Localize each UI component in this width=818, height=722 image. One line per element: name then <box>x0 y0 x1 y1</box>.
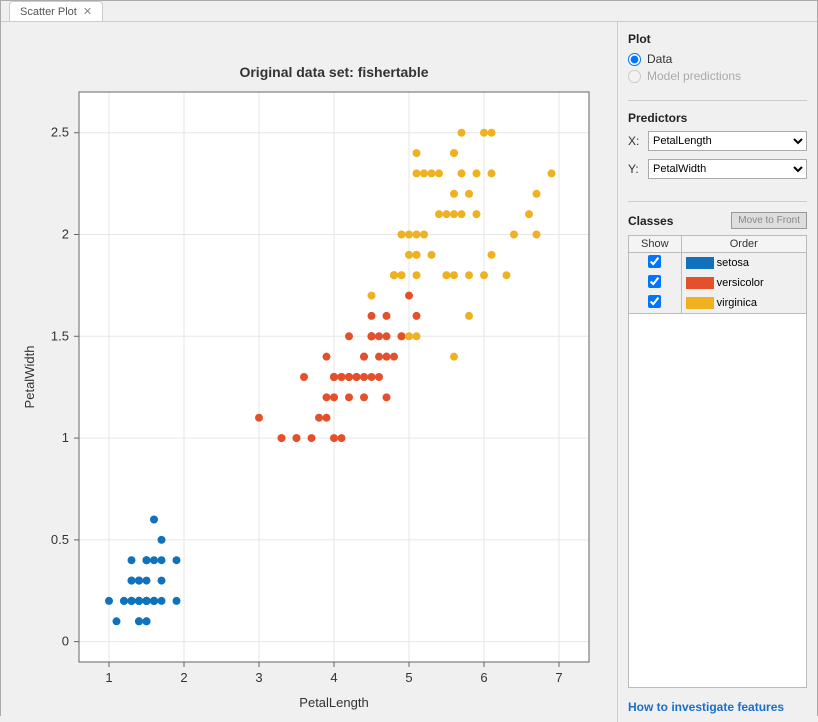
class-swatch <box>686 297 714 309</box>
radio-data[interactable]: Data <box>628 52 807 66</box>
svg-text:2: 2 <box>62 227 69 242</box>
svg-text:1.5: 1.5 <box>51 328 69 343</box>
class-name: virginica <box>717 297 757 309</box>
x-label: X: <box>628 134 642 148</box>
radio-model-predictions: Model predictions <box>628 69 807 83</box>
plot-section-title: Plot <box>628 32 807 46</box>
radio-data-label: Data <box>647 52 672 66</box>
svg-text:1: 1 <box>62 430 69 445</box>
svg-text:6: 6 <box>480 670 487 685</box>
predictors-section-title: Predictors <box>628 111 807 125</box>
svg-text:0: 0 <box>62 634 69 649</box>
classes-section-title: Classes <box>628 214 673 228</box>
x-predictor-select[interactable]: SepalLengthSepalWidthPetalLengthPetalWid… <box>648 131 807 151</box>
class-row[interactable]: virginica <box>629 293 807 314</box>
tab-scatter-plot[interactable]: Scatter Plot ✕ <box>9 1 103 21</box>
svg-text:7: 7 <box>555 670 562 685</box>
svg-text:PetalLength: PetalLength <box>299 695 368 710</box>
classes-col-order: Order <box>681 236 806 253</box>
side-panel: Plot Data Model predictions Predictors X… <box>617 22 817 722</box>
svg-text:3: 3 <box>255 670 262 685</box>
class-row[interactable]: setosa <box>629 253 807 274</box>
y-label: Y: <box>628 162 642 176</box>
radio-model-input <box>628 70 641 83</box>
classes-table: Show Order setosa versicolor virginica <box>628 235 807 314</box>
class-row[interactable]: versicolor <box>629 273 807 293</box>
classes-col-show: Show <box>629 236 682 253</box>
class-swatch <box>686 257 714 269</box>
tab-label: Scatter Plot <box>20 6 77 18</box>
scatter-plot: 1 2 3 4 5 6 7 0 0.5 1 1.5 2 2.5 Original data set: fi… <box>9 42 609 722</box>
svg-text:2.5: 2.5 <box>51 125 69 140</box>
svg-text:Original data set: fishertable: Original data set: fishertable <box>239 64 428 80</box>
investigate-features-link[interactable]: How to investigate features <box>628 688 807 718</box>
class-name: setosa <box>717 257 749 269</box>
scatter-plot-area: 1 2 3 4 5 6 7 0 0.5 1 1.5 2 2.5 Original data set: fi… <box>1 22 617 722</box>
radio-data-input[interactable] <box>628 53 641 66</box>
tab-bar: Scatter Plot ✕ <box>1 1 817 22</box>
svg-text:1: 1 <box>105 670 112 685</box>
class-checkbox[interactable] <box>648 295 661 308</box>
y-predictor-select[interactable]: SepalLengthSepalWidthPetalLengthPetalWid… <box>648 159 807 179</box>
class-name: versicolor <box>717 277 764 289</box>
svg-text:PetalWidth: PetalWidth <box>22 346 37 409</box>
class-checkbox[interactable] <box>648 255 661 268</box>
class-swatch <box>686 277 714 289</box>
svg-text:0.5: 0.5 <box>51 532 69 547</box>
move-to-front-button: Move to Front <box>731 212 807 229</box>
radio-model-label: Model predictions <box>647 69 741 83</box>
class-checkbox[interactable] <box>648 275 661 288</box>
close-icon[interactable]: ✕ <box>83 5 92 18</box>
svg-text:4: 4 <box>330 670 337 685</box>
svg-text:2: 2 <box>180 670 187 685</box>
svg-text:5: 5 <box>405 670 412 685</box>
